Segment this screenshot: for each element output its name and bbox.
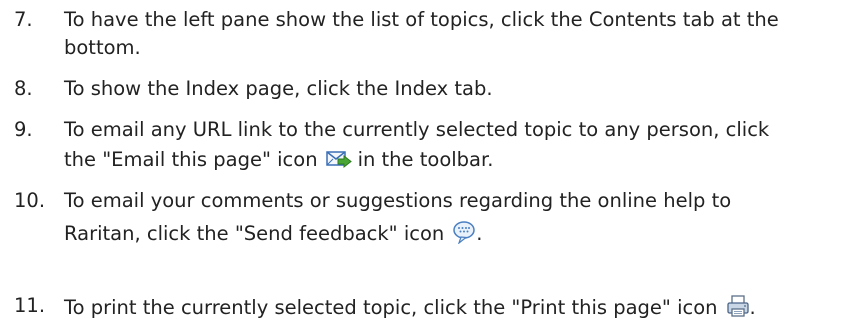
step-text-after-icon: in the toolbar. [357,148,494,171]
step-number: 7. [14,8,33,31]
email-page-icon [325,148,352,175]
step-text-before-icon: Raritan, click the "Send feedback" icon [64,222,445,245]
step-text-continued: Raritan, click the "Send feedback" icon … [64,220,482,249]
step-text: To email your comments or suggestions re… [64,189,732,212]
step-text-continued: bottom. [64,36,141,59]
step-text-before-icon: the "Email this page" icon [64,148,318,171]
step-text: To have the left pane show the list of t… [64,8,779,31]
step-text-before-icon: To print the currently selected topic, c… [64,296,718,319]
step-text-continued: the "Email this page" icon in the toolba… [64,148,493,175]
step-text-after-icon: . [749,296,756,319]
step-text: To email any URL link to the currently s… [64,118,770,141]
step-number: 8. [14,77,33,100]
step-number: 10. [14,189,46,212]
send-feedback-icon [452,220,476,249]
print-page-icon [726,294,750,323]
step-text: To print the currently selected topic, c… [64,294,756,323]
step-number: 11. [14,294,46,317]
step-text: To show the Index page, click the Index … [64,77,493,100]
step-number: 9. [14,118,33,141]
instruction-steps: 7. To have the left pane show the list o… [0,0,861,325]
step-text-after-icon: . [476,222,483,245]
